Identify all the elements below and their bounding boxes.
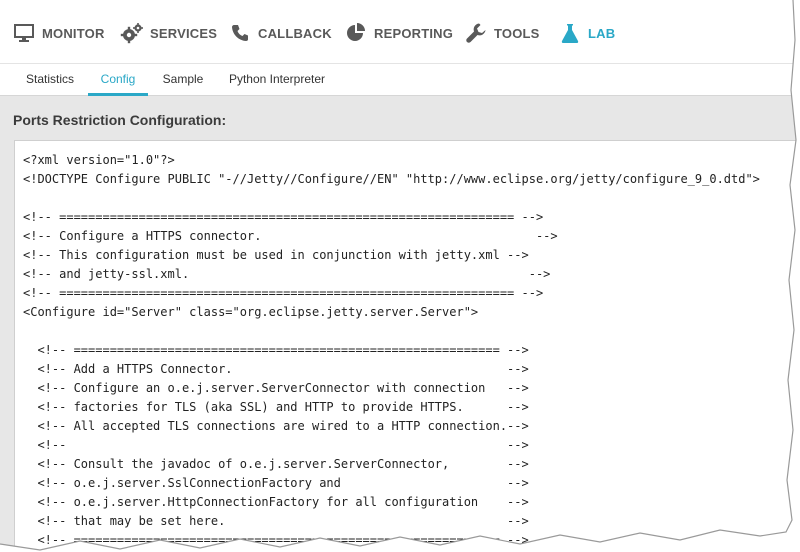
top-nav: MONITOR SERVICES CALLBACK REPORTING TOOL… (0, 0, 800, 64)
code-line: <Configure id="Server" class="org.eclips… (23, 305, 479, 319)
nav-label-services: SERVICES (150, 25, 218, 41)
code-line: <!-- Configure a HTTPS connector. --> (23, 229, 558, 243)
nav-item-reporting[interactable]: REPORTING (344, 20, 453, 46)
content-area: Ports Restriction Configuration: <?xml v… (0, 96, 800, 552)
code-line: <!-- Consult the javadoc of o.e.j.server… (23, 457, 529, 471)
pie-chart-icon (344, 21, 368, 45)
tab-statistics[interactable]: Statistics (16, 64, 84, 96)
code-block: <?xml version="1.0"?> <!DOCTYPE Configur… (23, 151, 760, 550)
code-line: <!-- Add a HTTPS Connector. --> (23, 362, 529, 376)
nav-item-lab[interactable]: LAB (558, 20, 615, 46)
code-line: <!-- and jetty-ssl.xml. --> (23, 267, 551, 281)
code-line: <!-- ===================================… (23, 210, 544, 224)
tab-config[interactable]: Config (88, 64, 148, 96)
code-line: <!DOCTYPE Configure PUBLIC "-//Jetty//Co… (23, 172, 760, 186)
nav-label-lab: LAB (588, 25, 616, 41)
app-window: MONITOR SERVICES CALLBACK REPORTING TOOL… (0, 0, 800, 552)
wrench-icon (464, 21, 488, 45)
nav-item-tools[interactable]: TOOLS (464, 20, 540, 46)
code-line: <!-- ===================================… (23, 343, 529, 357)
nav-label-reporting: REPORTING (374, 25, 454, 41)
nav-label-monitor: MONITOR (42, 25, 105, 41)
sub-nav: Statistics Config Sample Python Interpre… (0, 64, 800, 96)
code-line: <!-- Configure an o.e.j.server.ServerCon… (23, 381, 529, 395)
code-line: <?xml version="1.0"?> (23, 153, 175, 167)
nav-label-tools: TOOLS (494, 25, 540, 41)
code-line: <!-- o.e.j.server.HttpConnectionFactory … (23, 495, 529, 509)
code-line: <!-- factories for TLS (aka SSL) and HTT… (23, 400, 529, 414)
tab-sample[interactable]: Sample (156, 64, 210, 96)
code-line: <!-- ===================================… (23, 286, 544, 300)
section-title: Ports Restriction Configuration: (13, 112, 227, 128)
config-editor[interactable]: <?xml version="1.0"?> <!DOCTYPE Configur… (14, 140, 800, 552)
flask-icon (558, 21, 582, 45)
code-line: <!-- ===================================… (23, 533, 529, 547)
nav-item-monitor[interactable]: MONITOR (12, 20, 105, 46)
tab-python-interpreter[interactable]: Python Interpreter (222, 64, 332, 96)
code-line: <!-- All accepted TLS connections are wi… (23, 419, 529, 433)
phone-icon (228, 21, 252, 45)
nav-item-callback[interactable]: CALLBACK (228, 20, 332, 46)
nav-item-services[interactable]: SERVICES (120, 20, 217, 46)
code-line: <!-- that may be set here. --> (23, 514, 529, 528)
gears-icon (120, 21, 144, 45)
nav-label-callback: CALLBACK (258, 25, 332, 41)
monitor-icon (12, 21, 36, 45)
code-line: <!-- --> (23, 438, 529, 452)
code-line: <!-- o.e.j.server.SslConnectionFactory a… (23, 476, 529, 490)
code-line: <!-- This configuration must be used in … (23, 248, 529, 262)
